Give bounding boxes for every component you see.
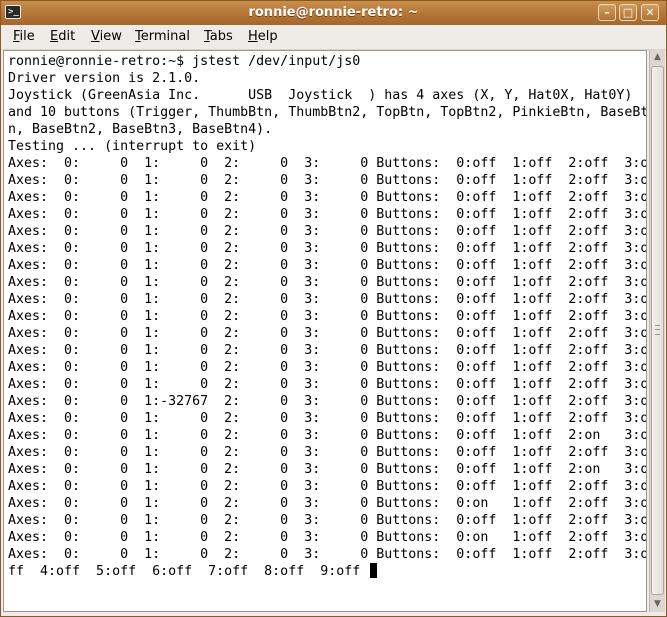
terminal-line: Axes: 0: 0 1: 0 2: 0 3: 0 Buttons: 0:off… bbox=[8, 241, 647, 256]
title-bar[interactable]: >_ ronnie@ronnie-retro: ~ – □ ✕ bbox=[1, 1, 666, 25]
maximize-button[interactable]: □ bbox=[619, 4, 637, 21]
text-cursor bbox=[370, 563, 378, 578]
terminal-line: Axes: 0: 0 1: 0 2: 0 3: 0 Buttons: 0:on … bbox=[8, 530, 647, 545]
terminal-line: Axes: 0: 0 1: 0 2: 0 3: 0 Buttons: 0:off… bbox=[8, 292, 647, 307]
menu-tabs-label: abs bbox=[209, 29, 233, 44]
terminal-line: Axes: 0: 0 1: 0 2: 0 3: 0 Buttons: 0:off… bbox=[8, 377, 647, 392]
terminal-line: Axes: 0: 0 1: 0 2: 0 3: 0 Buttons: 0:off… bbox=[8, 275, 647, 290]
menu-view[interactable]: View bbox=[91, 29, 122, 44]
menu-edit-label: dit bbox=[58, 29, 76, 44]
terminal-line: Driver version is 2.1.0. bbox=[8, 71, 201, 86]
terminal-line: Axes: 0: 0 1: 0 2: 0 3: 0 Buttons: 0:off… bbox=[8, 156, 647, 171]
terminal-line: Axes: 0: 0 1: 0 2: 0 3: 0 Buttons: 0:off… bbox=[8, 411, 647, 426]
minimize-button[interactable]: – bbox=[598, 4, 616, 21]
menu-file-label: ile bbox=[19, 29, 35, 44]
terminal-line: Axes: 0: 0 1: 0 2: 0 3: 0 Buttons: 0:off… bbox=[8, 258, 647, 273]
menu-help[interactable]: Help bbox=[248, 29, 278, 44]
terminal-line: Axes: 0: 0 1: 0 2: 0 3: 0 Buttons: 0:off… bbox=[8, 360, 647, 375]
terminal-line: ronnie@ronnie-retro:~$ jstest /dev/input… bbox=[8, 54, 361, 69]
menu-view-label: iew bbox=[99, 29, 122, 44]
menu-edit[interactable]: Edit bbox=[50, 29, 75, 44]
terminal-line: Axes: 0: 0 1: 0 2: 0 3: 0 Buttons: 0:off… bbox=[8, 207, 647, 222]
terminal-output-area[interactable]: ronnie@ronnie-retro:~$ jstest /dev/input… bbox=[3, 50, 647, 612]
maximize-icon: □ bbox=[622, 6, 634, 19]
terminal-line: Axes: 0: 0 1: 0 2: 0 3: 0 Buttons: 0:off… bbox=[8, 343, 647, 358]
terminal-line: Axes: 0: 0 1: 0 2: 0 3: 0 Buttons: 0:off… bbox=[8, 190, 647, 205]
terminal-line: Axes: 0: 0 1: 0 2: 0 3: 0 Buttons: 0:off… bbox=[8, 479, 647, 494]
terminal-line: Axes: 0: 0 1: 0 2: 0 3: 0 Buttons: 0:off… bbox=[8, 224, 647, 239]
terminal-line: Axes: 0: 0 1:-32767 2: 0 3: 0 Buttons: 0… bbox=[8, 394, 647, 409]
terminal-line: ff 4:off 5:off 6:off 7:off 8:off 9:off bbox=[8, 564, 369, 579]
scroll-up-arrow-icon[interactable]: ▲ bbox=[650, 50, 665, 65]
close-icon: ✕ bbox=[645, 6, 655, 19]
terminal-line: Axes: 0: 0 1: 0 2: 0 3: 0 Buttons: 0:off… bbox=[8, 462, 647, 477]
menu-terminal-label: erminal bbox=[140, 29, 190, 44]
terminal-line: Axes: 0: 0 1: 0 2: 0 3: 0 Buttons: 0:off… bbox=[8, 547, 647, 562]
terminal-line: Axes: 0: 0 1: 0 2: 0 3: 0 Buttons: 0:off… bbox=[8, 326, 647, 341]
menu-bar: File Edit View Terminal Tabs Help bbox=[1, 25, 666, 50]
terminal-line: Axes: 0: 0 1: 0 2: 0 3: 0 Buttons: 0:off… bbox=[8, 445, 647, 460]
menu-file[interactable]: File bbox=[13, 29, 35, 44]
terminal-text: ronnie@ronnie-retro:~$ jstest /dev/input… bbox=[8, 53, 647, 580]
menu-help-mnemonic: H bbox=[248, 29, 258, 44]
scrollbar-grip-icon bbox=[655, 325, 660, 335]
menu-view-mnemonic: V bbox=[91, 29, 100, 44]
terminal-line: n, BaseBtn2, BaseBtn3, BaseBtn4). bbox=[8, 122, 273, 137]
terminal-line: Axes: 0: 0 1: 0 2: 0 3: 0 Buttons: 0:off… bbox=[8, 428, 647, 443]
menu-help-label: elp bbox=[257, 29, 278, 44]
menu-tabs[interactable]: Tabs bbox=[204, 29, 233, 44]
terminal-window: >_ ronnie@ronnie-retro: ~ – □ ✕ File Edi… bbox=[0, 0, 667, 617]
window-title: ronnie@ronnie-retro: ~ bbox=[248, 5, 419, 20]
scroll-down-arrow-icon[interactable]: ▼ bbox=[650, 597, 665, 612]
terminal-line: Testing ... (interrupt to exit) bbox=[8, 139, 257, 154]
menu-terminal[interactable]: Terminal bbox=[135, 29, 190, 44]
terminal-line: Joystick (GreenAsia Inc. USB Joystick ) … bbox=[8, 88, 633, 103]
terminal-line: Axes: 0: 0 1: 0 2: 0 3: 0 Buttons: 0:off… bbox=[8, 173, 647, 188]
terminal-line: Axes: 0: 0 1: 0 2: 0 3: 0 Buttons: 0:on … bbox=[8, 496, 647, 511]
minimize-icon: – bbox=[604, 6, 610, 19]
terminal-line: Axes: 0: 0 1: 0 2: 0 3: 0 Buttons: 0:off… bbox=[8, 309, 647, 324]
terminal-line: Axes: 0: 0 1: 0 2: 0 3: 0 Buttons: 0:off… bbox=[8, 513, 647, 528]
close-button[interactable]: ✕ bbox=[641, 4, 659, 21]
vertical-scrollbar[interactable]: ▲ ▼ bbox=[649, 50, 665, 612]
scrollbar-thumb[interactable] bbox=[651, 66, 664, 595]
menu-edit-mnemonic: E bbox=[50, 29, 59, 44]
terminal-line: and 10 buttons (Trigger, ThumbBtn, Thumb… bbox=[8, 105, 647, 120]
